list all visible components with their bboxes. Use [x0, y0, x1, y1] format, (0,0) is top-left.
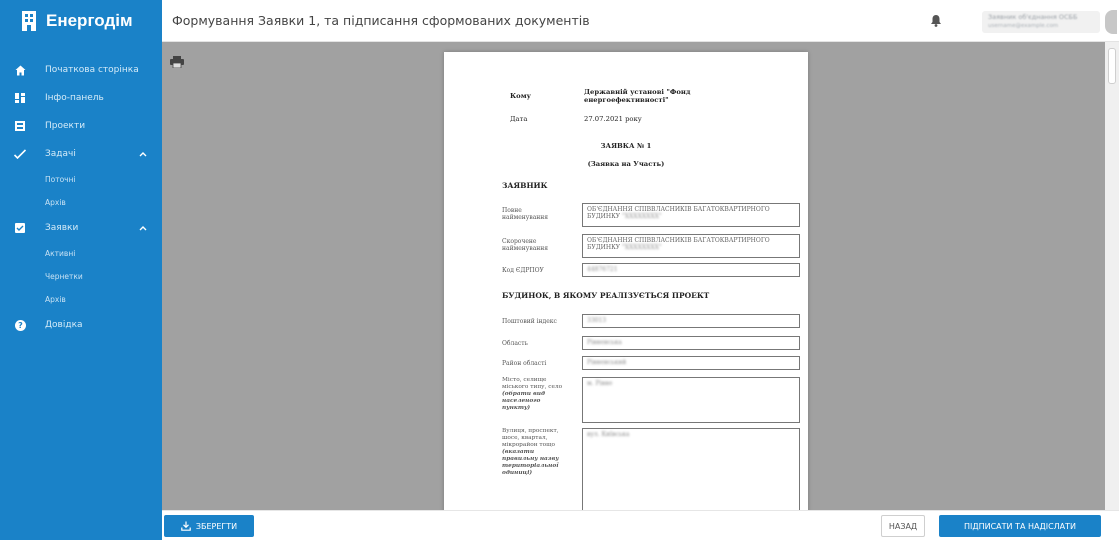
edrpou-value: 44876721 — [587, 266, 618, 273]
dashboard-icon — [14, 92, 26, 104]
document-viewer: Кому Державній установі "Фонд енергоефек… — [162, 42, 1105, 510]
document-heading: ЗАЯВКА № 1 — [600, 142, 652, 150]
page-title: Формування Заявки 1, та підписання сформ… — [172, 13, 590, 28]
sign-button-label: ПІДПИСАТИ ТА НАДІСЛАТИ — [963, 521, 1077, 531]
sidebar-subitem-current[interactable]: Поточні — [0, 168, 162, 191]
short-name-field: ОБ'ЄДНАННЯ СПІВВЛАСНИКІВ БАГАТОКВАРТИРНО… — [582, 234, 800, 258]
date-label: Дата — [510, 115, 528, 123]
vertical-scrollbar[interactable] — [1105, 42, 1119, 510]
short-name-value: ОБ'ЄДНАННЯ СПІВВЛАСНИКІВ БАГАТОКВАРТИРНО… — [587, 237, 770, 251]
street-label-hint: (вказати правильну назву територіальної … — [502, 449, 559, 476]
back-button[interactable]: НАЗАД — [881, 515, 925, 537]
full-name-field: ОБ'ЄДНАННЯ СПІВВЛАСНИКІВ БАГАТОКВАРТИРНО… — [582, 203, 800, 227]
bell-icon[interactable] — [930, 14, 942, 27]
save-button-label: ЗБЕРЕГТИ — [195, 521, 238, 531]
print-icon[interactable] — [170, 56, 184, 68]
region-field: Рівненська — [582, 336, 800, 350]
tasks-icon — [14, 148, 26, 160]
brand[interactable]: Енергодім — [0, 0, 162, 42]
short-name-label: Скорочене найменування — [502, 238, 549, 252]
full-name-hidden-value: "ХХХХХХХХ" — [622, 213, 662, 220]
sidebar-item-home[interactable]: Початкова сторінка — [0, 56, 162, 84]
section-building: БУДИНОК, В ЯКОМУ РЕАЛІЗУЄТЬСЯ ПРОЕКТ — [502, 291, 710, 300]
city-field: м. Рівне — [582, 377, 800, 423]
sidebar-item-projects[interactable]: Проекти — [0, 112, 162, 140]
sidebar-item-tasks[interactable]: Задачі — [0, 140, 162, 168]
district-label: Район області — [502, 360, 547, 367]
action-footer: ЗБЕРЕГТИ НАЗАД ПІДПИСАТИ ТА НАДІСЛАТИ — [162, 510, 1119, 540]
street-label: Вулиця, проспект, шосе, квартал, мікрора… — [502, 428, 564, 477]
street-field: вул. Київська — [582, 428, 800, 510]
city-value: м. Рівне — [587, 380, 613, 387]
section-applicant: ЗАЯВНИК — [502, 181, 548, 190]
sidebar-item-help[interactable]: ? Довідка — [0, 311, 162, 339]
date-value: 27.07.2021 року — [584, 115, 642, 123]
scrollbar-thumb[interactable] — [1108, 48, 1116, 84]
svg-text:?: ? — [18, 321, 23, 330]
region-label: Область — [502, 340, 528, 347]
district-value: Рівненський — [587, 359, 627, 366]
app-name: Енергодім — [46, 11, 133, 30]
help-icon: ? — [14, 319, 26, 331]
chevron-up-icon[interactable] — [138, 223, 148, 233]
save-button[interactable]: ЗБЕРЕГТИ — [164, 515, 254, 537]
building-logo-icon — [22, 11, 36, 31]
postal-field: 33013 — [582, 314, 800, 328]
short-name-hidden-value: "ХХХХХХХХ" — [622, 244, 662, 251]
city-label-text: Місто, селище міського типу, село — [502, 377, 563, 390]
back-button-label: НАЗАД — [888, 521, 918, 531]
sidebar-item-label: Проекти — [45, 121, 86, 131]
sidebar: Енергодім Початкова сторінка Інфо-панель… — [0, 0, 162, 540]
edrpou-label: Код ЄДРПОУ — [502, 267, 544, 274]
street-value: вул. Київська — [587, 431, 630, 438]
edrpou-field: 44876721 — [582, 263, 800, 277]
sidebar-item-label: Заявки — [45, 223, 79, 233]
postal-label: Поштовий індекс — [502, 318, 557, 325]
full-name-label: Повне найменування — [502, 207, 549, 221]
avatar[interactable] — [1105, 10, 1117, 34]
user-menu[interactable]: Заявник об'єднання ОСББ username@example… — [982, 11, 1100, 33]
to-value: Державній установі "Фонд енергоефективно… — [584, 88, 691, 104]
home-icon — [14, 64, 26, 76]
chevron-up-icon[interactable] — [138, 149, 148, 159]
to-label: Кому — [510, 92, 531, 100]
sidebar-subitem-drafts[interactable]: Чернетки — [0, 265, 162, 288]
document-page: Кому Державній установі "Фонд енергоефек… — [444, 52, 808, 510]
street-label-text: Вулиця, проспект, шосе, квартал, мікрора… — [502, 428, 559, 448]
sidebar-nav: Початкова сторінка Інфо-панель Проекти З… — [0, 56, 162, 339]
district-field: Рівненський — [582, 356, 800, 370]
sidebar-item-label: Задачі — [45, 149, 76, 159]
sidebar-subitem-active[interactable]: Активні — [0, 242, 162, 265]
download-icon — [181, 521, 191, 531]
full-name-value: ОБ'ЄДНАННЯ СПІВВЛАСНИКІВ БАГАТОКВАРТИРНО… — [587, 206, 770, 220]
region-value: Рівненська — [587, 339, 622, 346]
sidebar-subitem-archive[interactable]: Архів — [0, 191, 162, 214]
sidebar-item-applications[interactable]: Заявки — [0, 214, 162, 242]
sign-and-send-button[interactable]: ПІДПИСАТИ ТА НАДІСЛАТИ — [939, 515, 1101, 537]
user-email: username@example.com — [988, 23, 1059, 29]
city-label-hint: (обрати вид населеного пункту) — [502, 391, 546, 411]
sidebar-item-label: Довідка — [45, 320, 83, 330]
top-header: Формування Заявки 1, та підписання сформ… — [162, 0, 1119, 42]
city-label: Місто, селище міського типу, село (обрат… — [502, 377, 564, 412]
sidebar-item-info-panel[interactable]: Інфо-панель — [0, 84, 162, 112]
sidebar-subitem-archive[interactable]: Архів — [0, 288, 162, 311]
checkbox-icon — [14, 222, 26, 234]
projects-icon — [14, 120, 26, 132]
sidebar-item-label: Інфо-панель — [45, 93, 104, 103]
postal-value: 33013 — [587, 317, 607, 324]
document-subheading: (Заявка на Участь) — [587, 160, 665, 168]
sidebar-item-label: Початкова сторінка — [45, 65, 139, 75]
user-name: Заявник об'єднання ОСББ — [988, 13, 1078, 21]
